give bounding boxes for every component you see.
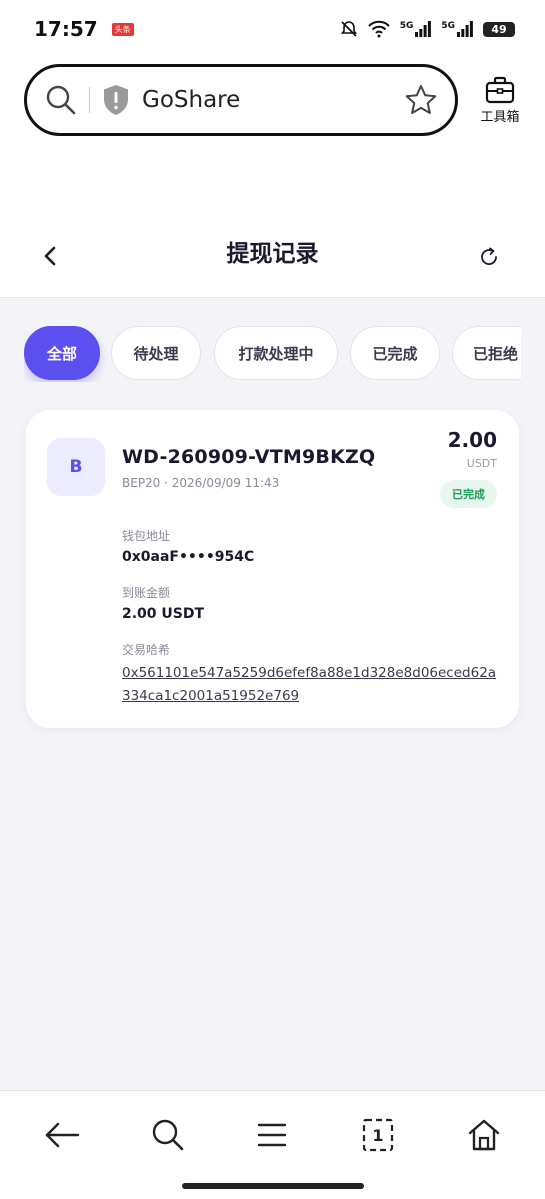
home-icon[interactable] [462, 1113, 506, 1157]
toolbox-button[interactable]: 工具箱 [470, 76, 530, 128]
record-unit: USDT [466, 457, 497, 470]
withdrawal-record-card[interactable]: B WD-260909-VTM9BKZQ BEP20 · 2026/09/09 … [26, 410, 519, 728]
status-badge: 已完成 [440, 480, 497, 508]
received-amount-label: 到账金额 [122, 586, 171, 600]
status-time: 17:57 [34, 17, 98, 41]
search-icon[interactable] [41, 80, 81, 120]
tab-pending[interactable]: 待处理 [111, 326, 201, 380]
toolbox-label: 工具箱 [480, 110, 520, 125]
address-bar[interactable]: GoShare [24, 64, 458, 136]
search-icon[interactable] [146, 1113, 190, 1157]
page-title: 提现记录 [226, 241, 319, 267]
signal-1-label: 5G [399, 21, 414, 31]
signal-1: 5G [400, 21, 432, 37]
signal-2: 5G [441, 21, 473, 37]
signal-2-label: 5G [441, 21, 455, 31]
filter-tabs: 全部 待处理 打款处理中 已完成 已拒绝 [24, 326, 521, 382]
received-amount-value: 2.00 USDT [122, 606, 205, 622]
tx-hash-link[interactable]: 0x561101e547a5259d6efef8a88e1d328e8d06ec… [122, 662, 498, 708]
tab-label: 全部 [46, 344, 77, 363]
battery-indicator: 49 [483, 21, 515, 37]
menu-icon[interactable] [250, 1113, 294, 1157]
signal-bars-icon [415, 21, 432, 37]
status-bar: 17:57 头条 5G 5G 49 [0, 0, 545, 58]
tab-rejected[interactable]: 已拒绝 [452, 326, 521, 380]
wallet-address-label: 钱包地址 [122, 529, 171, 543]
tab-completed[interactable]: 已完成 [350, 326, 440, 380]
browser-bar: GoShare 工具箱 [0, 58, 545, 150]
address-divider [89, 87, 90, 113]
home-indicator[interactable] [182, 1183, 364, 1189]
tx-hash-label: 交易哈希 [122, 643, 171, 657]
tabs-icon[interactable]: 1 [356, 1113, 400, 1157]
status-icons: 5G 5G 49 [340, 20, 515, 38]
star-icon[interactable] [401, 80, 441, 120]
tab-label: 打款处理中 [238, 344, 314, 363]
tab-processing[interactable]: 打款处理中 [214, 326, 338, 380]
mute-icon [340, 21, 357, 37]
wifi-icon [367, 20, 390, 38]
record-amount: 2.00 [447, 428, 497, 452]
shield-icon[interactable] [100, 82, 132, 118]
tab-label: 已拒绝 [473, 344, 519, 363]
app-badge: 头条 [111, 22, 134, 36]
url-text[interactable]: GoShare [142, 87, 401, 113]
network-avatar: B [47, 438, 105, 496]
arrow-left-icon[interactable] [40, 1113, 84, 1157]
signal-bars-icon [457, 21, 473, 37]
page-header: 提现记录 [0, 150, 545, 298]
tab-all[interactable]: 全部 [24, 326, 100, 380]
record-id: WD-260909-VTM9BKZQ [122, 446, 376, 468]
record-meta: BEP20 · 2026/09/09 11:43 [122, 476, 280, 490]
tab-label: 待处理 [133, 344, 179, 363]
refresh-icon[interactable] [474, 242, 504, 272]
toolbox-icon [485, 76, 515, 104]
wallet-address-value: 0x0aaF••••954C [122, 549, 255, 565]
tab-count: 1 [372, 1125, 384, 1145]
tab-label: 已完成 [372, 344, 418, 363]
